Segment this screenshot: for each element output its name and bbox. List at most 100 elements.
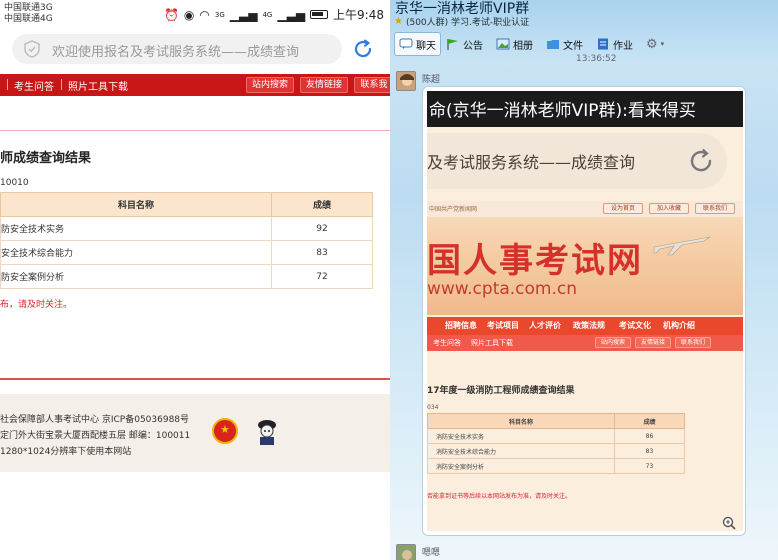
emblem-icon [212,418,238,444]
site-footer: 社会保障部人事考试中心 京ICP备05036988号 定门外大街宝景大厦西配楼五… [0,394,390,472]
tab-homework[interactable]: 作业 [592,32,637,56]
carrier-1: 中国联通3G [4,3,53,13]
flag-icon [447,39,458,50]
image-subject-name: 消防安全案例分析 [427,458,615,474]
tab-album[interactable]: 相册 [492,32,537,56]
subject-score: 72 [271,264,373,289]
qq-group-chat: 京华一消林老师VIP群 ★ (500人群) 学习.考试-职业认证 聊天 公告 相… [390,0,778,560]
divider [0,130,390,131]
address-text: 欢迎使用报名及考试服务系统——成绩查询 [52,45,300,60]
settings-button[interactable]: ⚙ ▾ [642,32,668,56]
signal-icon: ▁▃▅ [277,7,306,22]
nav-link-photo-tool[interactable]: 照片工具下载 [68,78,128,93]
gear-icon: ⚙ [646,36,658,52]
police-icon[interactable] [254,418,280,446]
chat-icon [399,38,413,49]
reload-icon[interactable] [352,38,374,60]
tab-chat[interactable]: 聊天 [394,32,441,56]
signal-icon: ▁▃▅ [229,7,258,22]
address-bar[interactable]: 欢迎使用报名及考试服务系统——成绩查询 [12,34,342,64]
header-subject: 科目名称 [0,192,272,217]
table-row: 消防安全案例分析 73 [427,458,685,474]
image-subject-score: 86 [614,428,685,444]
avatar[interactable] [396,71,416,91]
image-menu-item: 机构介绍 [663,321,695,330]
image-address-text: 及考试服务系统——成绩查询 [427,153,636,172]
tab-label: 作业 [613,40,633,52]
subject-name: 安全技术综合能力 [0,240,272,265]
table-row: 防安全案例分析 72 [0,264,373,289]
image-sub-link: 考生问答 [433,339,461,347]
eye-icon: ◉ [183,7,195,22]
homework-icon [598,38,608,50]
table-row: 消防安全技术实务 86 [427,428,685,444]
image-result-title: 17年度一级消防工程师成绩查询结果 [427,386,575,396]
message-bubble[interactable]: 命(京华一消林老师VIP群):看来得买 及考试服务系统——成绩查询 中国共产党新… [422,86,746,536]
image-sub-button: 联系我们 [675,337,711,348]
image-address-bar: 及考试服务系统——成绩查询 [427,133,727,189]
score-table: 科目名称 成绩 防安全技术实务 92 安全技术综合能力 83 防安全案例分析 7… [0,192,373,289]
tab-label: 公告 [463,40,483,52]
image-subject-score: 73 [614,458,685,474]
nav-link-qa[interactable]: 考生问答 [14,78,54,93]
image-banner-url: www.cpta.com.cn [427,279,578,299]
image-site-banner: 国人事考试网 www.cpta.com.cn [427,217,743,315]
table-row: 防安全技术实务 92 [0,216,373,241]
folder-icon [547,40,559,49]
image-subject-name: 消防安全技术综合能力 [427,443,615,459]
subject-score: 92 [271,216,373,241]
signal-label-1: 3G [214,10,225,19]
message-time: 13:36:52 [576,54,617,64]
alarm-icon: ⏰ [163,7,179,22]
result-title: 师成绩查询结果 [0,151,92,166]
tab-files[interactable]: 文件 [542,32,587,56]
group-info: (500人群) 学习.考试-职业认证 [405,18,530,28]
image-menu-item: 人才评价 [529,321,561,330]
shared-screenshot-image[interactable]: 命(京华一消林老师VIP群):看来得买 及考试服务系统——成绩查询 中国共产党新… [427,91,743,531]
notice-text: 布，请及时关注。 [0,300,73,310]
image-sub-link: 照片工具下载 [471,339,513,347]
footer-line-3: 1280*1024分辨率下使用本网站 [0,447,132,457]
image-sub-button: 友情链接 [635,337,671,348]
battery-icon [310,10,329,19]
header-score: 成绩 [271,192,373,217]
table-row: 安全技术综合能力 83 [0,240,373,265]
table-row: 消防安全技术综合能力 83 [427,443,685,459]
chat-header: 京华一消林老师VIP群 ★ (500人群) 学习.考试-职业认证 聊天 公告 相… [390,0,778,60]
image-top-button: 联系我们 [695,203,735,214]
footer-line-2: 定门外大街宝景大厦西配楼五层 邮编：100011 [0,431,191,441]
image-subject-name: 消防安全技术实务 [427,428,615,444]
tab-label: 文件 [563,40,583,52]
image-notice-text: 否能拿到证书等后续以本网站发布为准，请及时关注。 [427,493,572,500]
wifi-icon: ◠ [199,7,210,22]
image-candidate-id: 034 [427,404,439,411]
tab-announcement[interactable]: 公告 [442,32,487,56]
image-sub-menu: 考生问答 照片工具下载 站内搜索 友情链接 联系我们 [427,335,743,351]
contact-button[interactable]: 联系我 [354,77,390,93]
star-icon: ★ [394,16,403,27]
friend-links-button[interactable]: 友情链接 [300,77,348,93]
image-subject-score: 83 [614,443,685,459]
image-header-score: 成绩 [614,413,685,429]
image-main-menu: 招聘信息 考试项目 人才评价 政策法规 考试文化 机构介绍 [427,317,743,335]
composite-screenshot: 中国联通3G 中国联通4G ⏰ ◉ ◠ 3G ▁▃▅ 4G ▁▃▅ 上午9:48… [0,0,778,560]
site-search-button[interactable]: 站内搜索 [246,77,294,93]
subject-name: 防安全案例分析 [0,264,272,289]
tab-label: 相册 [513,40,533,52]
zoom-icon[interactable] [722,516,736,530]
subject-name: 防安全技术实务 [0,216,272,241]
tab-label: 聊天 [416,40,436,52]
status-time: 上午9:48 [333,8,384,22]
shield-icon [24,40,40,58]
plane-icon [653,236,711,256]
sender-name: 陈超 [422,75,441,85]
image-header-strip: 命(京华一消林老师VIP群):看来得买 [427,91,743,127]
image-menu-item: 招聘信息 [445,321,477,330]
sender-name: 嗯嗯 [422,548,441,558]
chevron-down-icon: ▾ [660,40,665,48]
avatar[interactable] [396,544,416,560]
image-sub-button: 站内搜索 [595,337,631,348]
phone-browser-screenshot: 中国联通3G 中国联通4G ⏰ ◉ ◠ 3G ▁▃▅ 4G ▁▃▅ 上午9:48… [0,0,390,560]
photo-icon [496,38,510,50]
image-menu-item: 考试项目 [487,321,519,330]
